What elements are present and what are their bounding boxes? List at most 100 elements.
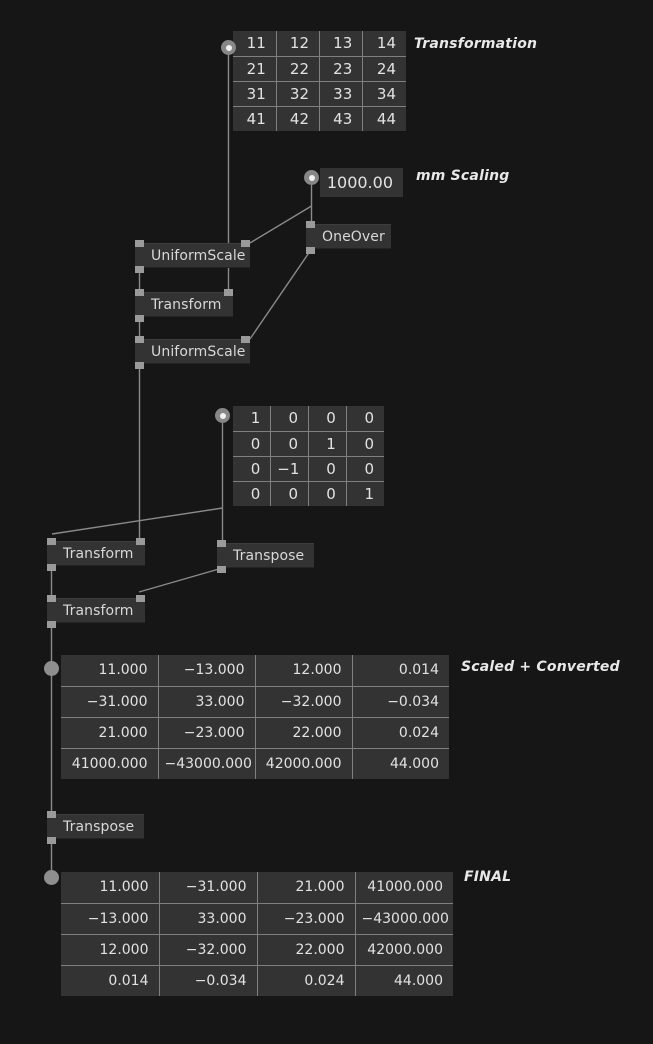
matrix-cell[interactable]: 33: [319, 81, 364, 107]
matrix-cell[interactable]: 22.000: [255, 717, 353, 749]
matrix-cell[interactable]: 44.000: [355, 965, 453, 996]
port-uniformscale-1-out-left[interactable]: [135, 266, 144, 273]
matrix-cell[interactable]: 11: [233, 31, 277, 57]
matrix-cell[interactable]: 23: [319, 56, 364, 82]
matrix-final[interactable]: 11.000 −31.000 21.000 41000.000 −13.000 …: [61, 872, 453, 996]
matrix-cell[interactable]: 1: [346, 481, 384, 506]
matrix-cell[interactable]: −1: [270, 456, 309, 482]
matrix-cell[interactable]: −0.034: [352, 686, 449, 718]
port-transform-1-in-right[interactable]: [224, 289, 233, 296]
matrix-cell[interactable]: 42: [276, 106, 321, 131]
port-oneover-out[interactable]: [306, 247, 315, 254]
matrix-cell[interactable]: −23.000: [257, 903, 356, 935]
port-uniformscale-1-in-right[interactable]: [241, 240, 250, 247]
matrix-cell[interactable]: 11.000: [61, 872, 160, 904]
matrix-cell[interactable]: 0.014: [352, 655, 449, 687]
matrix-cell[interactable]: 43: [319, 106, 364, 131]
matrix-cell[interactable]: 0.014: [61, 965, 160, 996]
matrix-cell[interactable]: 42000.000: [255, 748, 353, 779]
matrix-axis-conversion[interactable]: 1 0 0 0 0 0 1 0 0 −1 0 0 0 0 0 1: [233, 406, 384, 506]
matrix-cell[interactable]: 0: [270, 431, 309, 457]
matrix-cell[interactable]: 21.000: [61, 717, 159, 749]
port-transform-2-in-right[interactable]: [136, 538, 145, 545]
matrix-cell[interactable]: −32.000: [255, 686, 353, 718]
matrix-cell[interactable]: 41000.000: [61, 748, 159, 779]
matrix-cell[interactable]: 0.024: [352, 717, 449, 749]
matrix-scaled-converted[interactable]: 11.000 −13.000 12.000 0.014 −31.000 33.0…: [61, 655, 449, 779]
matrix-cell[interactable]: −13.000: [158, 655, 256, 687]
port-transform-3-out[interactable]: [47, 621, 56, 628]
matrix-cell[interactable]: 0: [308, 456, 347, 482]
matrix-cell[interactable]: 0: [346, 456, 384, 482]
port-transform-1-out[interactable]: [135, 315, 144, 322]
socket-final-result[interactable]: [44, 870, 59, 885]
matrix-cell[interactable]: 0: [233, 431, 272, 457]
matrix-transformation[interactable]: 11 12 13 14 21 22 23 24 31 32 33 34 41 4…: [233, 31, 406, 131]
matrix-cell[interactable]: 0: [233, 456, 272, 482]
matrix-cell[interactable]: 0: [308, 406, 347, 432]
node-transpose-1[interactable]: Transpose: [217, 543, 314, 568]
matrix-cell[interactable]: 42000.000: [355, 934, 453, 966]
port-transform-1-in-left[interactable]: [135, 289, 144, 296]
matrix-cell[interactable]: 44.000: [352, 748, 449, 779]
matrix-cell[interactable]: 11.000: [61, 655, 159, 687]
socket-transformation-output[interactable]: [221, 40, 236, 55]
matrix-cell[interactable]: −0.034: [159, 965, 258, 996]
matrix-cell[interactable]: 14: [362, 31, 406, 57]
port-uniformscale-1-in-left[interactable]: [135, 240, 144, 247]
matrix-cell[interactable]: 0: [270, 481, 309, 506]
matrix-cell[interactable]: 33.000: [158, 686, 256, 718]
port-transform-3-in-right[interactable]: [136, 595, 145, 602]
port-transpose-2-in[interactable]: [47, 811, 56, 818]
mm-scaling-value-field[interactable]: 1000.00: [320, 168, 403, 197]
port-transpose-2-out[interactable]: [47, 837, 56, 844]
node-graph-canvas[interactable]: UniformScale OneOver Transform UniformSc…: [0, 0, 653, 1044]
node-uniformscale-1[interactable]: UniformScale: [135, 243, 250, 268]
matrix-cell[interactable]: 12.000: [61, 934, 160, 966]
matrix-cell[interactable]: 12.000: [255, 655, 353, 687]
port-transform-2-out[interactable]: [47, 564, 56, 571]
matrix-cell[interactable]: 0.024: [257, 965, 356, 996]
matrix-cell[interactable]: 0: [233, 481, 272, 506]
matrix-cell[interactable]: 1: [308, 431, 347, 457]
port-transpose-1-out[interactable]: [217, 566, 226, 573]
socket-mmscaling-output[interactable]: [304, 170, 319, 185]
matrix-cell[interactable]: −13.000: [61, 903, 160, 935]
port-uniformscale-2-in-left[interactable]: [135, 336, 144, 343]
matrix-cell[interactable]: 41: [233, 106, 277, 131]
matrix-cell[interactable]: 0: [346, 406, 384, 432]
matrix-cell[interactable]: 24: [362, 56, 406, 82]
matrix-cell[interactable]: −31.000: [159, 872, 258, 904]
matrix-cell[interactable]: 22.000: [257, 934, 356, 966]
node-transform-2[interactable]: Transform: [47, 541, 145, 566]
matrix-cell[interactable]: 41000.000: [355, 872, 453, 904]
matrix-cell[interactable]: 0: [270, 406, 309, 432]
matrix-cell[interactable]: 22: [276, 56, 321, 82]
matrix-cell[interactable]: −43000.000: [158, 748, 256, 779]
node-uniformscale-2[interactable]: UniformScale: [135, 339, 250, 364]
socket-axis-conversion-output[interactable]: [215, 408, 230, 423]
matrix-cell[interactable]: 13: [319, 31, 364, 57]
port-transform-3-in-left[interactable]: [47, 595, 56, 602]
matrix-cell[interactable]: 0: [308, 481, 347, 506]
matrix-cell[interactable]: 34: [362, 81, 406, 107]
matrix-cell[interactable]: −32.000: [159, 934, 258, 966]
port-uniformscale-2-out[interactable]: [135, 362, 144, 369]
matrix-cell[interactable]: 44: [362, 106, 406, 131]
matrix-cell[interactable]: 21.000: [257, 872, 356, 904]
node-transform-1[interactable]: Transform: [135, 292, 233, 317]
matrix-cell[interactable]: 12: [276, 31, 321, 57]
node-transpose-2[interactable]: Transpose: [47, 814, 144, 839]
node-transform-3[interactable]: Transform: [47, 598, 145, 623]
matrix-cell[interactable]: −43000.000: [355, 903, 453, 935]
port-uniformscale-2-in-right[interactable]: [241, 336, 250, 343]
node-oneover[interactable]: OneOver: [306, 224, 391, 249]
port-transform-2-in-left[interactable]: [47, 538, 56, 545]
matrix-cell[interactable]: 32: [276, 81, 321, 107]
matrix-cell[interactable]: −31.000: [61, 686, 159, 718]
socket-scaled-converted-result[interactable]: [44, 661, 59, 676]
matrix-cell[interactable]: 31: [233, 81, 277, 107]
matrix-cell[interactable]: 21: [233, 56, 277, 82]
matrix-cell[interactable]: −23.000: [158, 717, 256, 749]
port-oneover-in[interactable]: [306, 221, 315, 228]
